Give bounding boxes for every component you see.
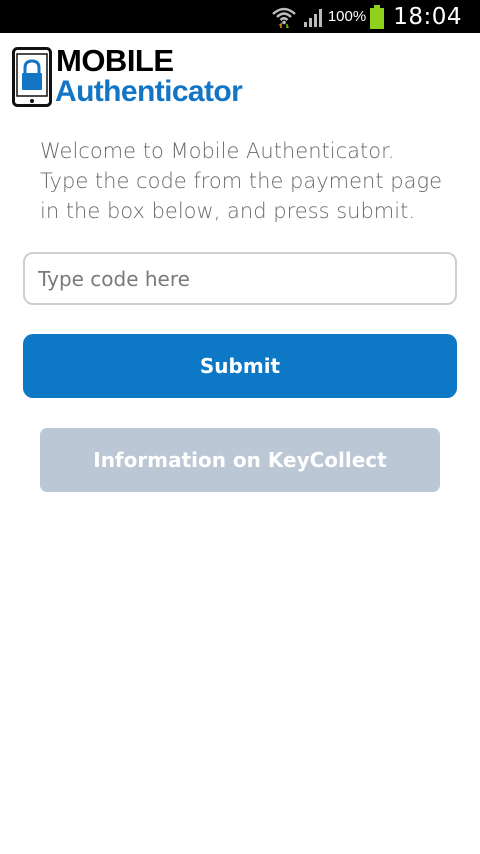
intro-line-3: in the box below, and press submit. [40, 199, 415, 223]
code-input[interactable] [23, 252, 457, 305]
wifi-icon [271, 7, 296, 28]
intro-text: Welcome to Mobile Authenticator. Type th… [40, 136, 460, 226]
logo-title-line2: Authenticator [55, 75, 243, 108]
submit-button[interactable]: Submit [23, 334, 457, 398]
app-logo: MOBILE Authenticator [12, 43, 312, 109]
clock: 18:04 [393, 3, 462, 30]
phone-lock-icon [12, 47, 52, 107]
battery-icon [370, 4, 385, 29]
status-bar: 100% 18:04 [0, 0, 480, 33]
battery-percent: 100% [327, 8, 367, 25]
intro-line-2: Type the code from the payment page [40, 169, 442, 193]
intro-line-1: Welcome to Mobile Authenticator. [40, 139, 395, 163]
info-keycollect-button[interactable]: Information on KeyCollect [40, 428, 440, 492]
logo-title-line1: MOBILE [56, 43, 174, 78]
signal-icon [303, 8, 322, 27]
